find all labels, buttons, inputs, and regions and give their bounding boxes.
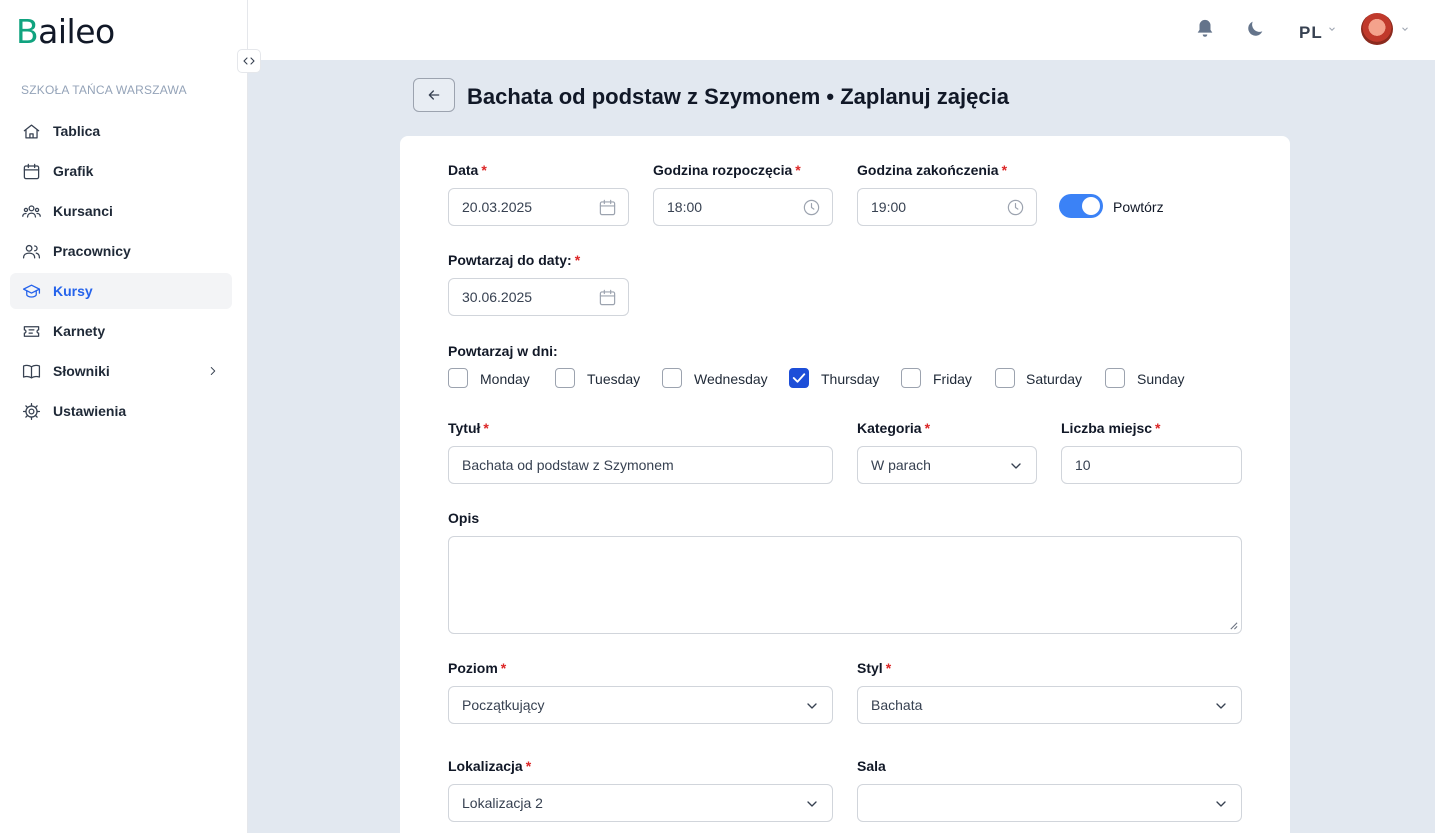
sidebar-item-ustawienia[interactable]: Ustawienia: [10, 393, 232, 429]
checkbox-label-saturday: Saturday: [1026, 371, 1083, 387]
sidebar-item-kursanci[interactable]: Kursanci: [10, 193, 232, 229]
book-icon: [22, 364, 41, 378]
avatar[interactable]: [1361, 13, 1393, 45]
category-select[interactable]: W parach: [857, 446, 1037, 484]
toggle-knob: [1082, 197, 1100, 215]
sidebar-item-label: Tablica: [53, 123, 101, 139]
chevron-down-icon: [1216, 703, 1226, 709]
checkbox-wednesday[interactable]: [662, 368, 682, 388]
chevron-down-icon: [1402, 27, 1408, 31]
sidebar-item-label: Ustawienia: [53, 403, 127, 419]
logo[interactable]: Baileo: [16, 12, 115, 51]
checkbox-saturday[interactable]: [995, 368, 1015, 388]
checkbox-label-sunday: Sunday: [1137, 371, 1185, 387]
checkbox-label-thursday: Thursday: [821, 371, 880, 387]
category-label: Kategoria *: [857, 420, 931, 436]
checkbox-friday[interactable]: [901, 368, 921, 388]
moon-icon[interactable]: [1244, 18, 1266, 40]
chevron-down-icon: [807, 801, 817, 807]
repeat-until-input[interactable]: 30.06.2025: [448, 278, 629, 316]
clock-icon: [803, 199, 820, 216]
ticket-icon: [23, 325, 40, 337]
description-textarea[interactable]: [448, 536, 1242, 634]
calendar-icon: [599, 199, 616, 216]
end-time-label: Godzina zakończenia *: [857, 162, 1008, 178]
style-select[interactable]: Bachata: [857, 686, 1242, 724]
arrow-left-icon: [428, 90, 440, 100]
date-label: Data *: [448, 162, 487, 178]
location-select[interactable]: Lokalizacja 2: [448, 784, 833, 822]
end-time-input[interactable]: 19:00: [857, 188, 1037, 226]
chevron-down-icon: [1329, 27, 1335, 31]
checkbox-label-friday: Friday: [933, 371, 972, 387]
sidebar-item-grafik[interactable]: Grafik: [10, 153, 232, 189]
description-label: Opis: [448, 510, 480, 526]
sidebar-item-tablica[interactable]: Tablica: [10, 113, 232, 149]
seats-input[interactable]: 10: [1061, 446, 1242, 484]
sidebar-item-label: Grafik: [53, 163, 94, 179]
bell-icon[interactable]: [1194, 18, 1216, 40]
sidebar-item-label: Kursanci: [53, 203, 113, 219]
calendar-icon: [23, 163, 40, 179]
code-brackets-icon: [243, 57, 255, 65]
sidebar-collapse-button[interactable]: [237, 49, 261, 73]
checkbox-thursday[interactable]: [789, 368, 809, 388]
title-input[interactable]: Bachata od podstaw z Szymonem: [448, 446, 833, 484]
chevron-down-icon: [1011, 463, 1021, 469]
back-button[interactable]: [413, 78, 455, 112]
repeat-days-label: Powtarzaj w dni:: [448, 343, 558, 359]
schedule-form-card: Data * 20.03.2025 Godzina rozpoczęcia * 18…: [400, 136, 1290, 833]
checkbox-label-tuesday: Tuesday: [587, 371, 641, 387]
checkbox-sunday[interactable]: [1105, 368, 1125, 388]
gear-icon: [22, 402, 41, 420]
organization-name: SZKOŁA TAŃCA WARSZAWA: [21, 83, 187, 97]
seats-label: Liczba miejsc *: [1061, 420, 1161, 436]
repeat-until-label: Powtarzaj do daty: *: [448, 252, 581, 268]
check-icon: [792, 373, 806, 383]
chevron-right-icon: [210, 367, 216, 375]
sidebar: Baileo SZKOŁA TAŃCA WARSZAWA Tablica Gra…: [0, 0, 248, 833]
checkbox-label-monday: Monday: [480, 371, 530, 387]
repeat-toggle-label: Powtórz: [1113, 199, 1164, 215]
checkbox-monday[interactable]: [448, 368, 468, 388]
start-time-input[interactable]: 18:00: [653, 188, 833, 226]
start-time-label: Godzina rozpoczęcia *: [653, 162, 801, 178]
topbar: PL: [248, 0, 1435, 60]
users-icon: [22, 244, 41, 258]
sidebar-item-label: Karnety: [53, 323, 106, 339]
sidebar-item-label: Pracownicy: [53, 243, 131, 259]
clock-icon: [1007, 199, 1024, 216]
sidebar-item-label: Słowniki: [53, 363, 110, 379]
level-label: Poziom *: [448, 660, 507, 676]
title-label: Tytuł *: [448, 420, 489, 436]
repeat-toggle[interactable]: [1059, 194, 1103, 218]
chevron-down-icon: [807, 703, 817, 709]
sidebar-item-karnety[interactable]: Karnety: [10, 313, 232, 349]
checkbox-tuesday[interactable]: [555, 368, 575, 388]
location-label: Lokalizacja *: [448, 758, 532, 774]
home-icon: [23, 124, 40, 138]
sidebar-item-pracownicy[interactable]: Pracownicy: [10, 233, 232, 269]
room-label: Sala: [857, 758, 886, 774]
page-title: Bachata od podstaw z Szymonem • Zaplanuj…: [467, 84, 1009, 109]
graduation-cap-icon: [22, 284, 41, 298]
date-input[interactable]: 20.03.2025: [448, 188, 629, 226]
resize-grip-icon[interactable]: [1229, 621, 1238, 630]
level-select[interactable]: Początkujący: [448, 686, 833, 724]
room-select[interactable]: [857, 784, 1242, 822]
style-label: Styl *: [857, 660, 892, 676]
sidebar-nav: Tablica Grafik Kursanci Pracownicy Kursy…: [10, 113, 232, 433]
checkbox-label-wednesday: Wednesday: [694, 371, 768, 387]
calendar-icon: [599, 289, 616, 306]
chevron-down-icon: [1216, 801, 1226, 807]
language-selector[interactable]: PL: [1299, 23, 1323, 43]
sidebar-item-label: Kursy: [53, 283, 93, 299]
sidebar-item-slowniki[interactable]: Słowniki: [10, 353, 232, 389]
sidebar-item-kursy[interactable]: Kursy: [10, 273, 232, 309]
users-group-icon: [22, 204, 41, 218]
